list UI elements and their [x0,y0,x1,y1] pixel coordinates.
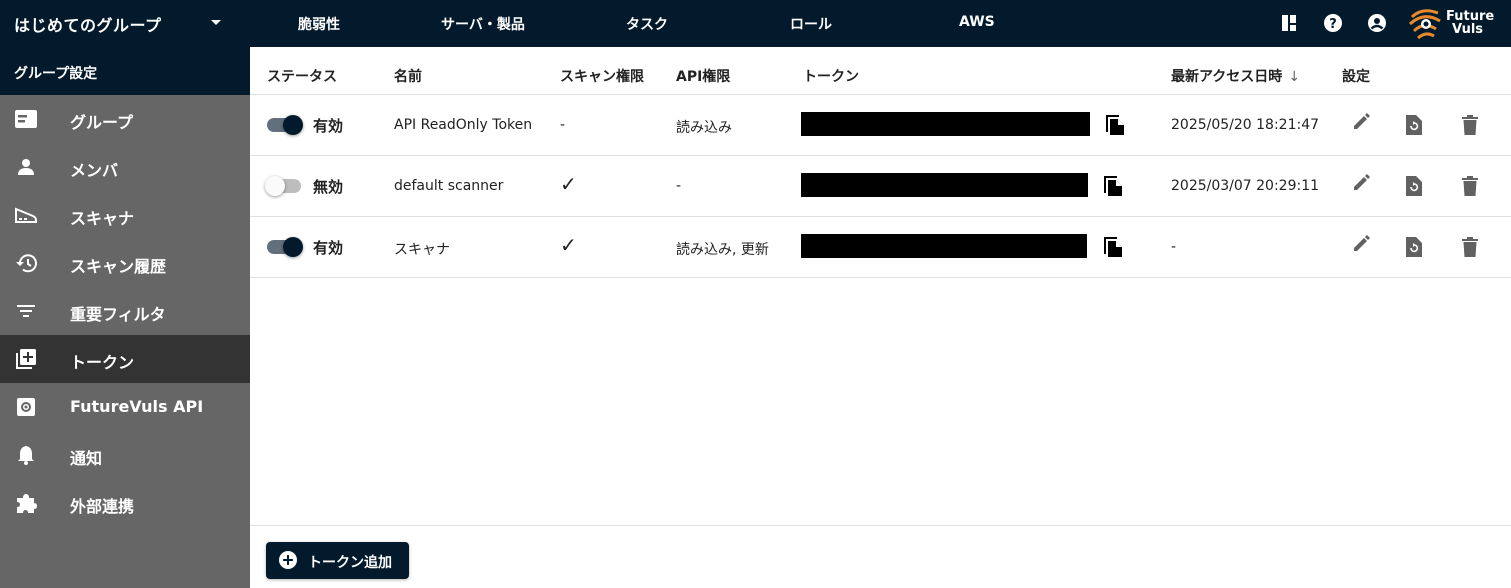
last-access: 2025/03/07 20:29:11 [1171,178,1320,194]
table-row: 有効 API ReadOnly Token - 読み込み 2025/05/20 … [250,95,1511,156]
sort-arrow-icon[interactable]: ↓ [1288,69,1300,85]
copy-icon[interactable] [1101,173,1125,197]
status-label: 無効 [313,178,344,196]
nav-aws[interactable]: AWS [959,14,995,30]
sidebar-item-notifications[interactable]: 通知 [0,431,250,479]
group-card-icon [14,107,38,131]
status-toggle[interactable] [267,237,303,257]
table-row: 有効 スキャナ ✓ 読み込み, 更新 - [250,217,1511,278]
delete-icon[interactable] [1458,235,1482,259]
svg-text:?: ? [1329,17,1337,32]
column-scan-permission: スキャン権限 [560,69,644,85]
bell-icon [14,443,38,467]
regenerate-token-icon[interactable] [1402,113,1426,137]
table-row: 無効 default scanner ✓ - 2025/03/07 20:29:… [250,156,1511,217]
top-bar: はじめてのグループ 脆弱性 サーバ・製品 タスク ロール AWS ? Futur… [0,0,1511,47]
token-value-redacted [801,234,1087,258]
token-name: default scanner [394,178,504,194]
status-toggle[interactable] [265,176,303,196]
status-toggle[interactable] [267,115,303,135]
table-header: ステータス 名前 スキャン権限 API権限 トークン 最新アクセス日時 ↓ 設定 [250,47,1511,95]
add-token-label: トークン追加 [308,555,392,571]
copy-icon[interactable] [1103,112,1127,136]
chevron-down-icon [211,20,221,25]
add-circle-icon [279,551,297,569]
sidebar-item-futurevuls-api[interactable]: FutureVuls API [0,383,250,431]
nav-roles[interactable]: ロール [790,14,832,34]
person-icon [14,155,38,179]
scanner-icon [14,203,38,227]
sidebar-header: グループ設定 [0,47,250,95]
futurevuls-logo[interactable]: Future Vuls [1408,7,1504,41]
token-name: スキャナ [394,242,450,258]
sidebar-item-scanner[interactable]: スキャナ [0,191,250,239]
last-access: - [1171,239,1177,255]
token-value-redacted [801,112,1090,136]
check-icon: ✓ [560,233,577,257]
add-token-button[interactable]: トークン追加 [266,542,409,579]
token-value-redacted [801,173,1088,197]
api-permission: 読み込み [676,120,732,136]
edit-icon[interactable] [1350,109,1374,133]
group-selector[interactable]: はじめてのグループ [0,0,250,47]
sidebar-item-integrations[interactable]: 外部連携 [0,479,250,527]
last-access: 2025/05/20 18:21:47 [1171,117,1320,133]
sidebar-item-tokens[interactable]: トークン [0,335,250,383]
column-name: 名前 [394,69,422,85]
table-footer: トークン追加 [250,525,1511,588]
edit-icon[interactable] [1350,170,1374,194]
delete-icon[interactable] [1458,174,1482,198]
regenerate-token-icon[interactable] [1402,174,1426,198]
help-icon[interactable]: ? [1322,12,1344,34]
sidebar-title: グループ設定 [14,66,98,82]
logo-text: Future Vuls [1446,9,1495,37]
puzzle-icon [14,491,38,515]
check-icon: ✓ [560,172,577,196]
scan-permission: - [560,117,566,133]
edit-icon[interactable] [1350,231,1374,255]
sidebar-item-members[interactable]: メンバ [0,143,250,191]
api-permission: 読み込み, 更新 [676,242,769,258]
dashboard-icon[interactable] [1278,12,1300,34]
token-add-icon [14,347,38,371]
column-token: トークン [803,69,859,85]
nav-vulnerabilities[interactable]: 脆弱性 [298,14,340,34]
nav-servers-products[interactable]: サーバ・製品 [441,14,525,34]
token-name: API ReadOnly Token [394,117,533,133]
column-settings: 設定 [1342,69,1370,85]
regenerate-token-icon[interactable] [1402,235,1426,259]
filter-icon [14,299,38,323]
api-settings-icon [14,395,38,419]
account-icon[interactable] [1366,12,1388,34]
sidebar-item-scan-history[interactable]: スキャン履歴 [0,239,250,287]
sidebar: グループ設定 グループ メンバ スキャナ スキャン履歴 重要フィルタ トークン … [0,47,250,588]
history-icon [14,251,38,275]
status-label: 有効 [313,117,344,135]
sidebar-item-group[interactable]: グループ [0,95,250,143]
delete-icon[interactable] [1458,113,1482,137]
status-label: 有効 [313,239,344,257]
column-last-access[interactable]: 最新アクセス日時 ↓ [1171,66,1300,86]
main-content: ステータス 名前 スキャン権限 API権限 トークン 最新アクセス日時 ↓ 設定 … [250,47,1511,588]
column-api-permission: API権限 [676,69,731,85]
group-name: はじめてのグループ [14,16,162,35]
copy-icon[interactable] [1101,234,1125,258]
api-permission: - [676,178,682,194]
column-status: ステータス [267,69,337,85]
sidebar-item-important-filter[interactable]: 重要フィルタ [0,287,250,335]
nav-tasks[interactable]: タスク [626,14,668,34]
